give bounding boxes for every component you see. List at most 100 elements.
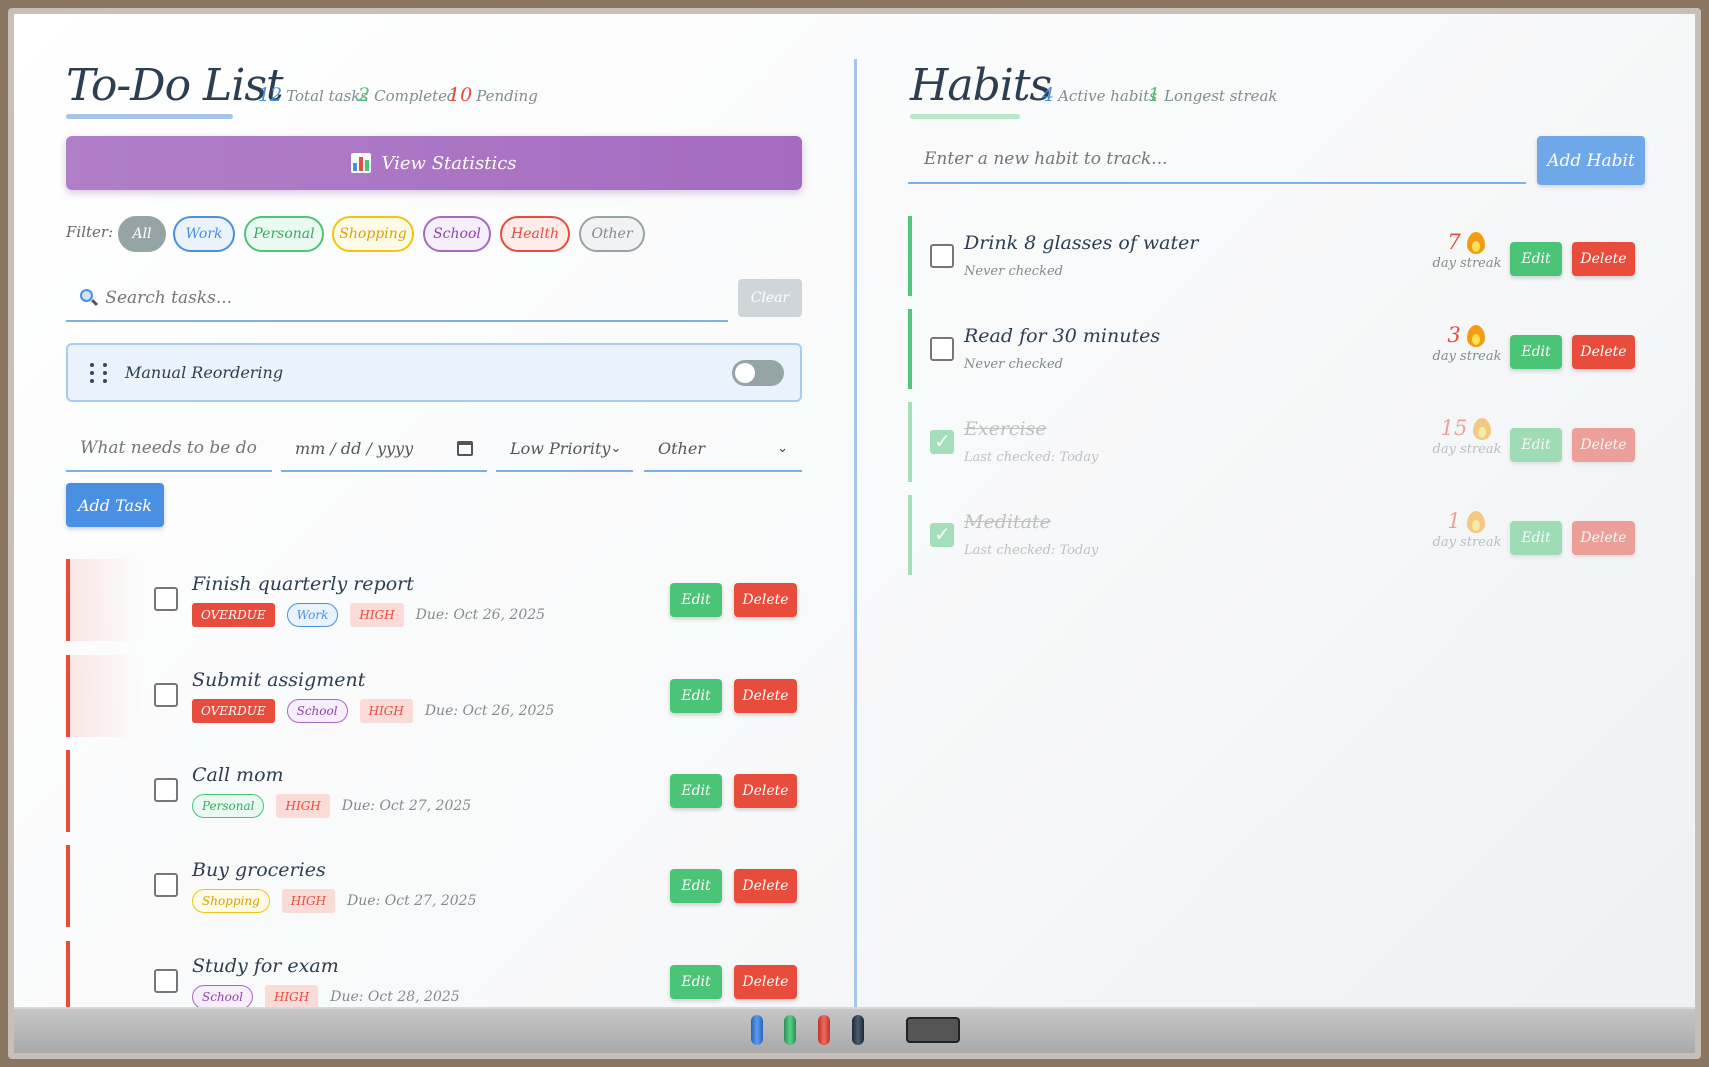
overdue-badge: OVERDUE — [192, 699, 275, 723]
eraser[interactable] — [906, 1017, 960, 1043]
edit-task-button[interactable]: Edit — [670, 869, 722, 903]
delete-task-button[interactable]: Delete — [734, 774, 797, 808]
edit-habit-button[interactable]: Edit — [1510, 242, 1562, 276]
edit-task-button[interactable]: Edit — [670, 965, 722, 999]
filter-chip-all[interactable]: All — [118, 216, 166, 252]
completed-stat: 2 Completed — [358, 84, 457, 106]
task-title: Submit assigment — [192, 669, 366, 691]
habit-checkbox[interactable] — [930, 244, 954, 268]
delete-habit-button[interactable]: Delete — [1572, 428, 1635, 462]
whiteboard: To-Do List 12 Total tasks 2 Completed 10 Pe… — [14, 14, 1695, 1007]
new-task-input[interactable] — [80, 438, 258, 458]
add-task-button[interactable]: Add Task — [66, 483, 164, 527]
habit-checkbox[interactable] — [930, 522, 954, 547]
category-badge: School — [286, 699, 348, 723]
habit-last-checked: Never checked — [964, 264, 1063, 279]
manual-reordering-label: Manual Reordering — [125, 363, 284, 382]
delete-task-button[interactable]: Delete — [734, 679, 797, 713]
black-marker[interactable] — [852, 1015, 864, 1045]
fire-icon — [1465, 321, 1487, 349]
completed-label: Completed — [374, 87, 457, 105]
habits-title-underline — [910, 114, 1020, 119]
search-input[interactable] — [105, 288, 728, 308]
calendar-icon[interactable] — [457, 440, 473, 456]
due-date: Due: Oct 27, 2025 — [341, 798, 472, 814]
habit-row: Read for 30 minutes Never checked 3 day … — [908, 309, 1638, 389]
task-checkbox[interactable] — [154, 587, 178, 611]
filter-chip-school[interactable]: School — [423, 216, 491, 252]
streak-count: 3 — [1447, 323, 1461, 347]
clear-search-button[interactable]: Clear — [738, 279, 802, 317]
longest-streak-count: 1 — [1148, 84, 1161, 106]
new-habit-field — [908, 136, 1526, 184]
delete-habit-button[interactable]: Delete — [1572, 335, 1635, 369]
task-tags: OVERDUE School HIGH Due: Oct 26, 2025 — [192, 699, 554, 723]
due-date-field[interactable]: mm / dd / yyyy — [281, 426, 487, 472]
priority-badge: HIGH — [276, 794, 330, 818]
manual-reordering-toggle[interactable] — [732, 360, 784, 386]
priority-select[interactable]: Low Priority ⌄ — [496, 426, 633, 472]
streak-display: 15 day streak — [1432, 414, 1502, 457]
drag-handle-icon — [90, 362, 107, 383]
due-date: Due: Oct 26, 2025 — [424, 703, 555, 719]
edit-habit-button[interactable]: Edit — [1510, 428, 1562, 462]
streak-label: day streak — [1432, 535, 1502, 550]
filter-chip-other[interactable]: Other — [579, 216, 645, 252]
priority-badge: HIGH — [281, 889, 336, 913]
green-marker[interactable] — [784, 1015, 796, 1045]
delete-task-button[interactable]: Delete — [734, 583, 797, 617]
delete-task-button[interactable]: Delete — [734, 965, 797, 999]
task-tags: OVERDUE Work HIGH Due: Oct 26, 2025 — [192, 603, 545, 627]
category-select[interactable]: Other ⌄ — [644, 426, 802, 472]
edit-task-button[interactable]: Edit — [670, 583, 722, 617]
task-checkbox[interactable] — [154, 683, 178, 707]
filter-chip-health[interactable]: Health — [500, 216, 570, 252]
due-date: Due: Oct 28, 2025 — [330, 989, 460, 1005]
task-checkbox[interactable] — [154, 873, 178, 897]
filter-chip-shopping[interactable]: Shopping — [332, 216, 414, 252]
habit-checkbox[interactable] — [930, 429, 954, 454]
panel-divider — [854, 59, 857, 1007]
task-row: Study for exam School HIGH Due: Oct 28, … — [66, 941, 802, 1007]
task-title: Call mom — [192, 764, 284, 786]
view-statistics-button[interactable]: View Statistics — [66, 136, 802, 190]
habit-checkbox[interactable] — [930, 337, 954, 361]
priority-badge: HIGH — [350, 603, 404, 627]
total-tasks-count: 12 — [258, 84, 283, 106]
chevron-down-icon: ⌄ — [610, 440, 622, 456]
new-habit-input[interactable] — [924, 149, 1526, 169]
streak-count: 7 — [1447, 230, 1461, 254]
task-title: Buy groceries — [192, 859, 326, 881]
delete-habit-button[interactable]: Delete — [1572, 521, 1635, 555]
habit-name: Meditate — [964, 511, 1051, 533]
todo-title-underline — [66, 114, 233, 119]
delete-habit-button[interactable]: Delete — [1572, 242, 1635, 276]
edit-task-button[interactable]: Edit — [670, 774, 722, 808]
habit-row: Exercise Last checked: Today 15 day stre… — [908, 402, 1638, 482]
task-tags: School HIGH Due: Oct 28, 2025 — [192, 985, 460, 1007]
due-date: Due: Oct 26, 2025 — [415, 607, 546, 623]
filter-chip-personal[interactable]: Personal — [244, 216, 324, 252]
pending-count: 10 — [448, 84, 473, 106]
active-habits-label: Active habits — [1058, 87, 1157, 105]
habit-name: Drink 8 glasses of water — [964, 232, 1199, 254]
edit-task-button[interactable]: Edit — [670, 679, 722, 713]
edit-habit-button[interactable]: Edit — [1510, 335, 1562, 369]
category-badge: Personal — [192, 794, 265, 818]
fire-icon — [1465, 228, 1487, 256]
add-habit-button[interactable]: Add Habit — [1537, 136, 1645, 185]
red-marker[interactable] — [818, 1015, 830, 1045]
task-checkbox[interactable] — [154, 778, 178, 802]
task-row: Finish quarterly report OVERDUE Work HIG… — [66, 559, 802, 641]
edit-habit-button[interactable]: Edit — [1510, 521, 1562, 555]
delete-task-button[interactable]: Delete — [734, 869, 797, 903]
priority-badge: HIGH — [359, 699, 413, 723]
streak-label: day streak — [1432, 442, 1502, 457]
habit-row: Meditate Last checked: Today 1 day strea… — [908, 495, 1638, 575]
priority-badge: HIGH — [264, 985, 319, 1007]
category-value: Other — [658, 438, 705, 458]
blue-marker[interactable] — [751, 1015, 763, 1045]
task-checkbox[interactable] — [154, 969, 178, 993]
filter-chip-work[interactable]: Work — [173, 216, 235, 252]
habit-last-checked: Last checked: Today — [964, 543, 1099, 558]
